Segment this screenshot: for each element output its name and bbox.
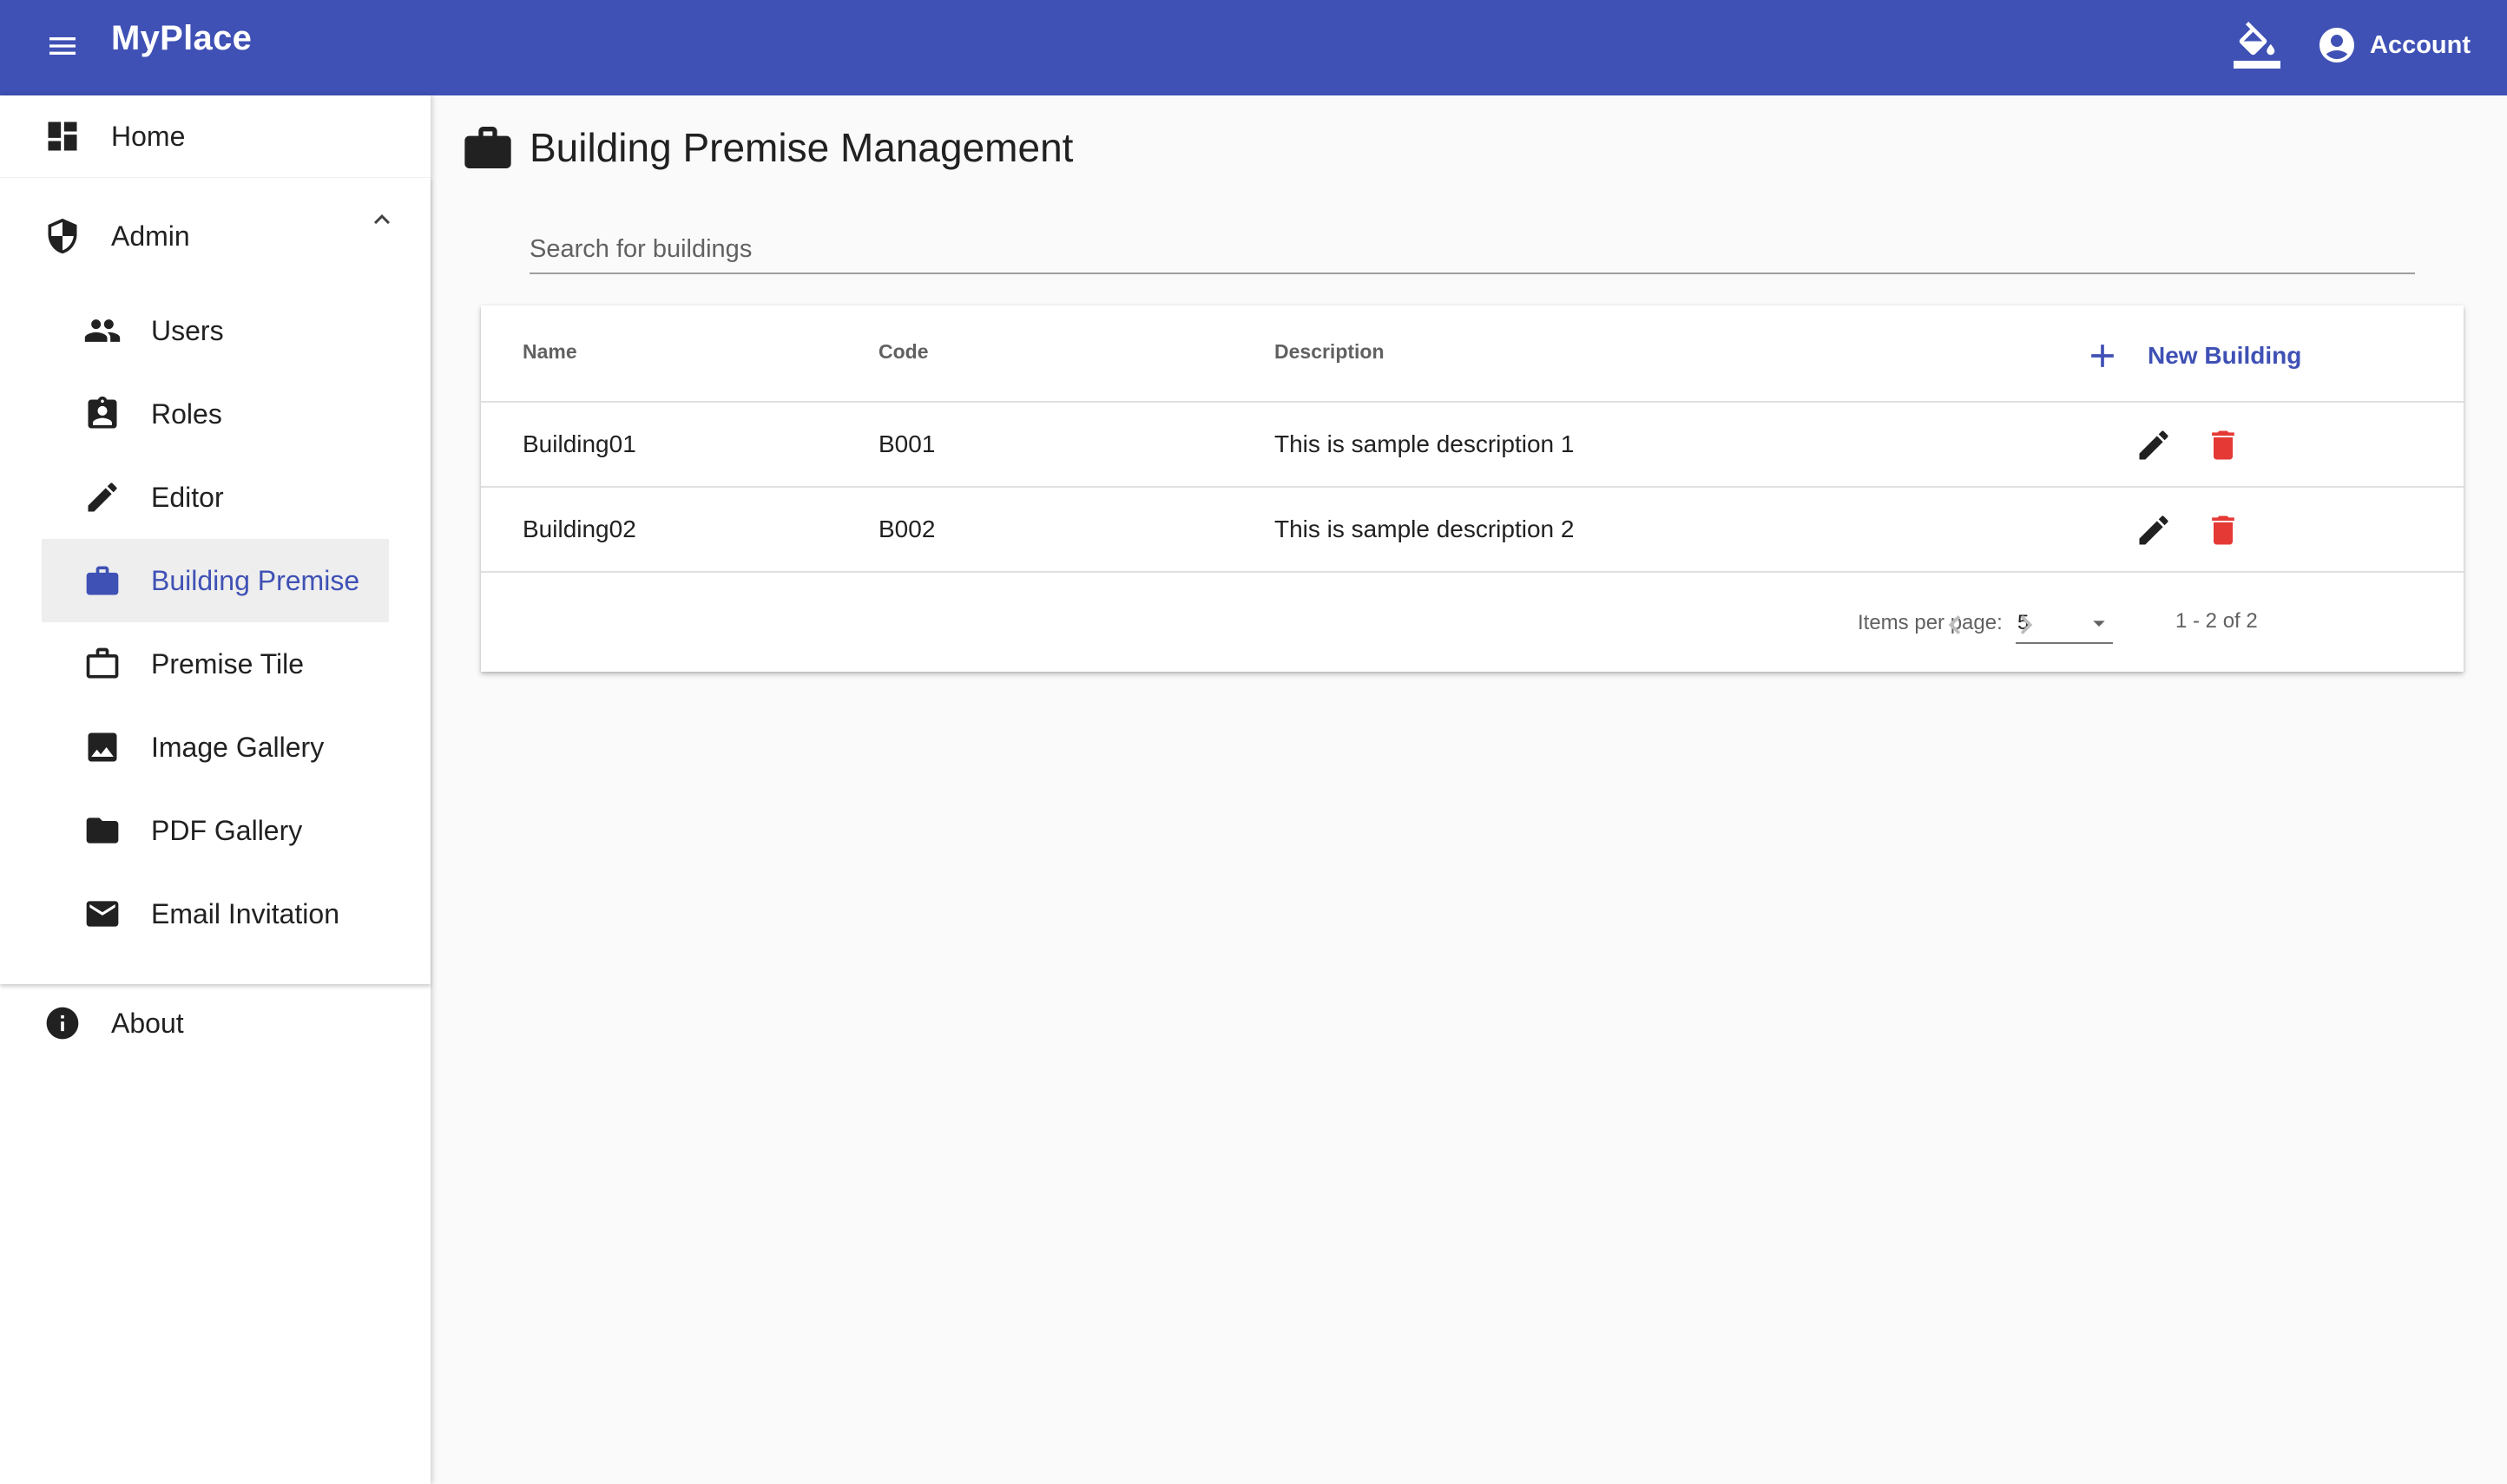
sidebar-item-building-premise[interactable]: Building Premise bbox=[42, 539, 389, 622]
chevron-left-icon bbox=[1948, 615, 1961, 634]
mail-icon bbox=[83, 895, 122, 933]
search-field bbox=[530, 227, 2415, 274]
briefcase-icon bbox=[464, 127, 511, 168]
app-title: MyPlace bbox=[111, 19, 253, 57]
sidebar-item-email-invitation[interactable]: Email Invitation bbox=[42, 872, 389, 955]
sidebar-item-label: Email Invitation bbox=[151, 897, 339, 929]
briefcase-icon bbox=[83, 561, 122, 600]
sidebar-item-label: Admin bbox=[111, 220, 190, 252]
sidebar-item-pdf-gallery[interactable]: PDF Gallery bbox=[42, 789, 389, 872]
new-building-button[interactable]: New Building bbox=[2083, 332, 2301, 380]
sidebar-item-label: Users bbox=[151, 314, 224, 346]
briefcase-outline-icon bbox=[83, 645, 122, 683]
badge-icon bbox=[83, 395, 122, 433]
edit-button[interactable] bbox=[2134, 510, 2174, 550]
cell-description: This is sample description 1 bbox=[1274, 430, 1575, 457]
cell-name: Building02 bbox=[523, 515, 636, 542]
pencil-icon bbox=[83, 478, 122, 516]
sidebar-item-premise-tile[interactable]: Premise Tile bbox=[42, 622, 389, 706]
chevron-right-icon bbox=[2020, 615, 2033, 634]
plus-icon bbox=[2091, 345, 2114, 367]
range-label: 1 - 2 of 2 bbox=[2175, 609, 2258, 633]
cell-name: Building01 bbox=[523, 430, 636, 457]
dropdown-arrow-icon bbox=[2093, 621, 2105, 627]
info-icon bbox=[43, 1004, 82, 1042]
menu-button[interactable] bbox=[38, 22, 87, 70]
next-page-button[interactable] bbox=[2002, 601, 2050, 649]
sidebar-item-label: Roles bbox=[151, 397, 222, 430]
sidebar-item-label: Editor bbox=[151, 481, 224, 513]
table-row[interactable]: Building01 B001 This is sample descripti… bbox=[481, 403, 2464, 488]
column-header-code[interactable]: Code bbox=[878, 340, 929, 364]
people-icon bbox=[83, 312, 122, 350]
paint-bucket-icon bbox=[2234, 22, 2280, 69]
dashboard-icon bbox=[43, 117, 82, 155]
sidebar-item-label: About bbox=[111, 1007, 184, 1039]
sidebar-item-label: Home bbox=[111, 120, 186, 152]
theme-button[interactable] bbox=[2229, 17, 2285, 73]
new-building-label: New Building bbox=[2148, 342, 2302, 369]
chevron-up-icon[interactable] bbox=[365, 202, 399, 237]
admin-section: Admin Users Roles Editor Building Premis… bbox=[0, 177, 431, 984]
sidebar-item-editor[interactable]: Editor bbox=[42, 456, 389, 539]
sidebar-item-label: PDF Gallery bbox=[151, 814, 303, 846]
edit-button[interactable] bbox=[2134, 425, 2174, 465]
pencil-icon bbox=[2139, 515, 2168, 545]
sidebar-item-roles[interactable]: Roles bbox=[42, 372, 389, 456]
paginator: Items per page: 5 1 - 2 of 2 bbox=[481, 575, 2464, 672]
sidebar-item-about[interactable]: About bbox=[43, 984, 184, 1062]
column-header-description[interactable]: Description bbox=[1274, 340, 1385, 364]
sidebar-item-admin[interactable]: Admin bbox=[43, 197, 190, 275]
sidebar-item-label: Building Premise bbox=[151, 564, 360, 596]
table-row[interactable]: Building02 B002 This is sample descripti… bbox=[481, 488, 2464, 573]
sidebar-item-label: Image Gallery bbox=[151, 731, 325, 763]
hamburger-menu-icon bbox=[49, 37, 76, 55]
sidebar: Home Admin Users Roles Editor Building P… bbox=[0, 95, 431, 1484]
account-label: Account bbox=[2370, 30, 2471, 59]
folder-icon bbox=[83, 811, 122, 850]
sidebar-item-users[interactable]: Users bbox=[42, 289, 389, 372]
cell-description: This is sample description 2 bbox=[1274, 515, 1575, 542]
cell-code: B001 bbox=[878, 430, 936, 457]
page-title: Building Premise Management bbox=[530, 125, 1074, 170]
buildings-table: Name Code Description New Building Build… bbox=[481, 305, 2464, 672]
delete-button[interactable] bbox=[2203, 510, 2243, 550]
sidebar-item-home[interactable]: Home bbox=[43, 97, 185, 175]
cell-code: B002 bbox=[878, 515, 936, 542]
table-header-row: Name Code Description New Building bbox=[481, 305, 2464, 403]
delete-button[interactable] bbox=[2203, 425, 2243, 465]
column-header-name[interactable]: Name bbox=[523, 340, 577, 364]
sidebar-item-image-gallery[interactable]: Image Gallery bbox=[42, 706, 389, 789]
shield-icon bbox=[43, 217, 82, 255]
page-header: Building Premise Management bbox=[460, 120, 1073, 175]
previous-page-button[interactable] bbox=[1931, 601, 1979, 649]
sidebar-item-label: Premise Tile bbox=[151, 647, 305, 680]
trash-icon bbox=[2212, 430, 2234, 460]
search-input[interactable] bbox=[530, 227, 2415, 271]
top-app-bar: MyPlace Account bbox=[0, 0, 2507, 95]
account-circle-icon bbox=[2319, 28, 2354, 62]
trash-icon bbox=[2212, 515, 2234, 545]
account-button[interactable]: Account bbox=[2316, 19, 2471, 71]
pencil-icon bbox=[2139, 430, 2168, 460]
image-icon bbox=[83, 728, 122, 766]
